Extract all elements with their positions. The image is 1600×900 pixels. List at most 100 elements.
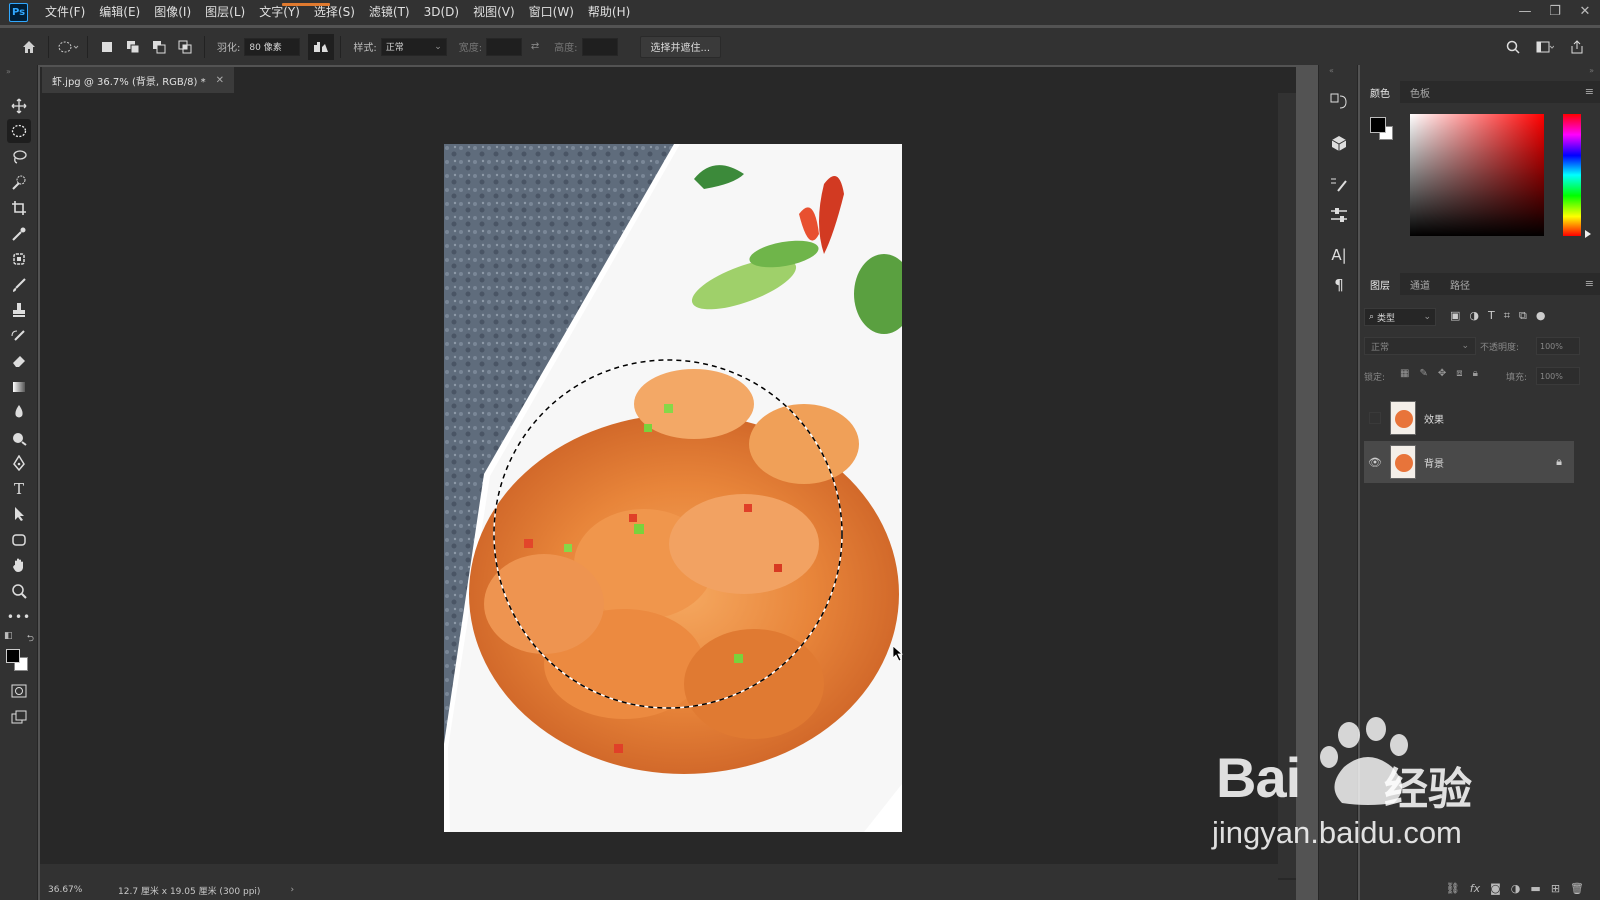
hue-slider[interactable] xyxy=(1563,114,1581,236)
select-and-mask-button[interactable]: 选择并遮住... xyxy=(639,35,722,58)
layer-row-effect[interactable]: 效果 xyxy=(1364,397,1574,439)
anti-alias-toggle-icon[interactable] xyxy=(308,33,335,60)
brush-tool-icon[interactable] xyxy=(7,273,31,297)
add-mask-icon[interactable]: ◙ xyxy=(1490,882,1501,895)
layer-visibility-toggle[interactable] xyxy=(1369,412,1381,424)
status-menu-arrow-icon[interactable]: › xyxy=(290,885,294,895)
intersect-selection-icon[interactable] xyxy=(172,34,198,60)
type-tool-icon[interactable]: T xyxy=(7,477,31,501)
vertical-scrollbar[interactable] xyxy=(1278,93,1296,878)
fill-input[interactable]: 100% xyxy=(1536,367,1580,385)
character-panel-icon[interactable]: A| xyxy=(1327,243,1351,267)
share-icon[interactable] xyxy=(1564,34,1590,60)
document-image[interactable] xyxy=(444,144,902,832)
swap-colors-icon[interactable]: ⮌ xyxy=(27,631,34,645)
search-icon[interactable] xyxy=(1500,34,1526,60)
width-input[interactable] xyxy=(486,37,523,56)
collapse-arrows-icon[interactable]: » xyxy=(6,67,11,76)
style-select[interactable]: 正常 ⌄ xyxy=(380,37,447,56)
close-icon[interactable]: ✕ xyxy=(216,75,224,86)
3d-panel-icon[interactable] xyxy=(1327,131,1351,155)
tab-swatches[interactable]: 色板 xyxy=(1400,81,1440,103)
new-group-icon[interactable]: ▬ xyxy=(1530,882,1540,895)
blend-mode-select[interactable]: 正常 ⌄ xyxy=(1364,337,1476,355)
blur-tool-icon[interactable] xyxy=(7,400,31,424)
adjustments-icon[interactable] xyxy=(1327,203,1351,227)
filter-pixel-layer-icon[interactable]: ▣ xyxy=(1450,309,1460,323)
pen-tool-icon[interactable] xyxy=(7,451,31,475)
close-window-button[interactable]: ✕ xyxy=(1570,0,1600,22)
layer-filter-select[interactable]: ⌕ 类型 ⌄ xyxy=(1364,308,1436,326)
document-tab[interactable]: 虾.jpg @ 36.7% (背景, RGB/8) * ✕ xyxy=(42,67,234,93)
menu-layer[interactable]: 图层(L) xyxy=(198,0,252,25)
home-icon[interactable] xyxy=(16,34,42,60)
minimize-button[interactable]: — xyxy=(1510,0,1540,22)
eraser-tool-icon[interactable] xyxy=(7,349,31,373)
lock-artboard-icon[interactable]: ⧈ xyxy=(1456,368,1462,379)
zoom-tool-icon[interactable] xyxy=(7,579,31,603)
filter-shape-layer-icon[interactable]: ⌗ xyxy=(1504,309,1510,323)
path-selection-tool-icon[interactable] xyxy=(7,502,31,526)
menu-help[interactable]: 帮助(H) xyxy=(581,0,637,25)
opacity-input[interactable]: 100% xyxy=(1536,337,1580,355)
hand-tool-icon[interactable] xyxy=(7,553,31,577)
default-colors-icon[interactable]: ◧ xyxy=(4,631,13,645)
elliptical-marquee-preset-icon[interactable] xyxy=(55,34,81,60)
zoom-level[interactable]: 36.67% xyxy=(48,885,108,895)
menu-image[interactable]: 图像(I) xyxy=(147,0,198,25)
gradient-tool-icon[interactable] xyxy=(7,375,31,399)
height-input[interactable] xyxy=(581,37,618,56)
color-picker-field[interactable] xyxy=(1410,114,1544,236)
move-tool-icon[interactable] xyxy=(7,94,31,118)
crop-tool-icon[interactable] xyxy=(7,196,31,220)
eye-icon[interactable]: 👁︎ xyxy=(1364,456,1386,469)
link-layers-icon[interactable]: ⛓︎ xyxy=(1446,882,1460,895)
lock-all-icon[interactable]: 🔒︎ xyxy=(1473,368,1478,379)
lock-transparent-icon[interactable]: ▦ xyxy=(1400,368,1409,379)
lasso-tool-icon[interactable] xyxy=(7,145,31,169)
add-to-selection-icon[interactable] xyxy=(120,34,146,60)
tab-color[interactable]: 颜色 xyxy=(1360,81,1400,103)
filter-adjustment-layer-icon[interactable]: ◑ xyxy=(1469,309,1479,323)
new-layer-icon[interactable]: ⊞ xyxy=(1551,882,1560,895)
lock-position-icon[interactable]: ✥ xyxy=(1438,368,1446,379)
layer-name[interactable]: 效果 xyxy=(1424,411,1444,426)
more-tools-icon[interactable]: ••• xyxy=(7,605,31,629)
feather-input[interactable]: 80 像素 xyxy=(244,37,301,56)
workspace-icon[interactable] xyxy=(1532,34,1558,60)
panel-menu-icon[interactable]: ≡ xyxy=(1585,277,1594,290)
clone-stamp-tool-icon[interactable] xyxy=(7,298,31,322)
menu-3d[interactable]: 3D(D) xyxy=(417,0,466,25)
panel-menu-icon[interactable]: ≡ xyxy=(1585,85,1594,98)
lock-pixels-icon[interactable]: ✎ xyxy=(1419,368,1427,379)
filter-smart-object-icon[interactable]: ⧉ xyxy=(1519,309,1527,323)
foreground-color-swatch[interactable] xyxy=(1370,117,1386,133)
quick-mask-icon[interactable] xyxy=(7,679,31,703)
foreground-color-swatch[interactable] xyxy=(6,649,20,663)
spot-healing-brush-icon[interactable] xyxy=(7,247,31,271)
menu-view[interactable]: 视图(V) xyxy=(466,0,522,25)
elliptical-marquee-tool-icon[interactable] xyxy=(7,119,31,143)
layer-name[interactable]: 背景 xyxy=(1424,455,1444,470)
new-adjustment-layer-icon[interactable]: ◑ xyxy=(1511,882,1521,895)
tab-layers[interactable]: 图层 xyxy=(1360,273,1400,295)
swap-width-height-icon[interactable]: ⇄ xyxy=(522,34,548,60)
menu-window[interactable]: 窗口(W) xyxy=(522,0,581,25)
tab-paths[interactable]: 路径 xyxy=(1440,273,1480,295)
menu-edit[interactable]: 编辑(E) xyxy=(92,0,147,25)
rectangle-tool-icon[interactable] xyxy=(7,528,31,552)
filter-toggle-icon[interactable]: ● xyxy=(1536,309,1546,323)
screen-mode-icon[interactable] xyxy=(7,705,31,729)
collapse-arrows-icon[interactable]: » xyxy=(1589,66,1594,75)
brush-settings-icon[interactable] xyxy=(1327,173,1351,197)
quick-selection-tool-icon[interactable] xyxy=(7,171,31,195)
eyedropper-tool-icon[interactable] xyxy=(7,222,31,246)
menu-file[interactable]: 文件(F) xyxy=(38,0,92,25)
layer-style-fx-icon[interactable]: fx xyxy=(1470,882,1480,895)
dodge-tool-icon[interactable] xyxy=(7,426,31,450)
menu-filter[interactable]: 滤镜(T) xyxy=(362,0,417,25)
horizontal-scrollbar[interactable] xyxy=(40,864,1278,880)
layer-row-background[interactable]: 👁︎ 背景 🔒︎ xyxy=(1364,441,1574,483)
tab-channels[interactable]: 通道 xyxy=(1400,273,1440,295)
subtract-from-selection-icon[interactable] xyxy=(146,34,172,60)
